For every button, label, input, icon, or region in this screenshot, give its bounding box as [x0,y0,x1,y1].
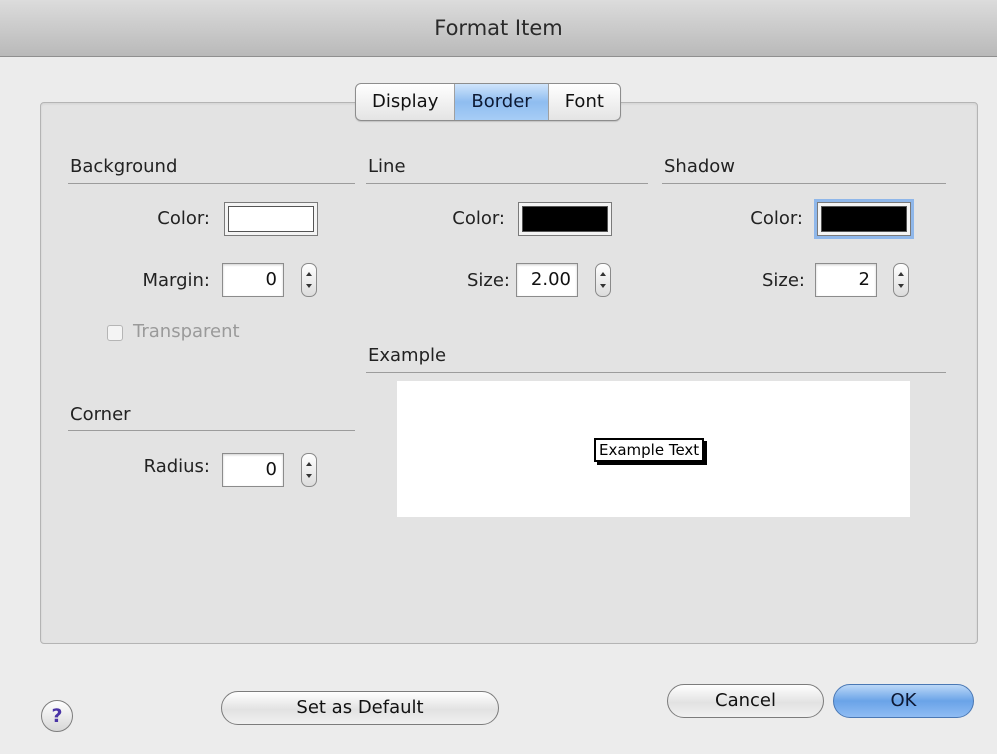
shadow-heading: Shadow [664,156,736,177]
corner-divider [68,430,355,431]
line-divider [366,183,648,184]
background-color-swatch [228,206,314,232]
example-preview-text: Example Text [594,438,705,462]
corner-heading: Corner [70,404,131,425]
line-heading: Line [368,156,406,177]
example-heading: Example [368,345,447,366]
margin-input[interactable]: 0 [222,263,284,297]
line-color-well[interactable] [518,202,612,236]
background-color-well[interactable] [224,202,318,236]
shadow-size-input[interactable]: 2 [815,263,877,297]
radius-label: Radius: [143,456,210,477]
example-divider [366,372,946,373]
line-size-stepper[interactable] [595,263,611,297]
tab-border[interactable]: Border [455,84,549,120]
shadow-color-swatch [821,206,907,232]
stepper-up-arrow-icon [306,462,312,466]
tab-display[interactable]: Display [356,84,456,120]
line-size-input[interactable]: 2.00 [516,263,578,297]
window-title: Format Item [0,0,997,57]
background-color-label: Color: [157,208,210,229]
transparent-checkbox[interactable] [107,325,123,341]
shadow-color-label: Color: [750,208,803,229]
tab-bar: Display Border Font [355,83,621,121]
ok-button[interactable]: OK [833,684,974,718]
stepper-up-arrow-icon [306,272,312,276]
stepper-down-arrow-icon [600,284,606,288]
line-size-label: Size: [466,270,510,291]
help-button[interactable]: ? [41,700,73,732]
background-divider [68,183,355,184]
stepper-down-arrow-icon [306,284,312,288]
radius-input[interactable]: 0 [222,453,284,487]
set-as-default-button[interactable]: Set as Default [221,691,499,725]
margin-stepper[interactable] [301,263,317,297]
radius-stepper[interactable] [301,453,317,487]
stepper-down-arrow-icon [306,474,312,478]
margin-label: Margin: [142,270,210,291]
stepper-down-arrow-icon [898,284,904,288]
shadow-color-well[interactable] [817,202,911,236]
shadow-size-label: Size: [761,270,805,291]
tab-font[interactable]: Font [549,84,620,120]
stepper-up-arrow-icon [898,272,904,276]
shadow-divider [662,183,946,184]
shadow-size-stepper[interactable] [893,263,909,297]
stepper-up-arrow-icon [600,272,606,276]
transparent-label: Transparent [133,321,240,342]
cancel-button[interactable]: Cancel [667,684,824,718]
line-color-swatch [522,206,608,232]
background-heading: Background [70,156,178,177]
line-color-label: Color: [452,208,505,229]
